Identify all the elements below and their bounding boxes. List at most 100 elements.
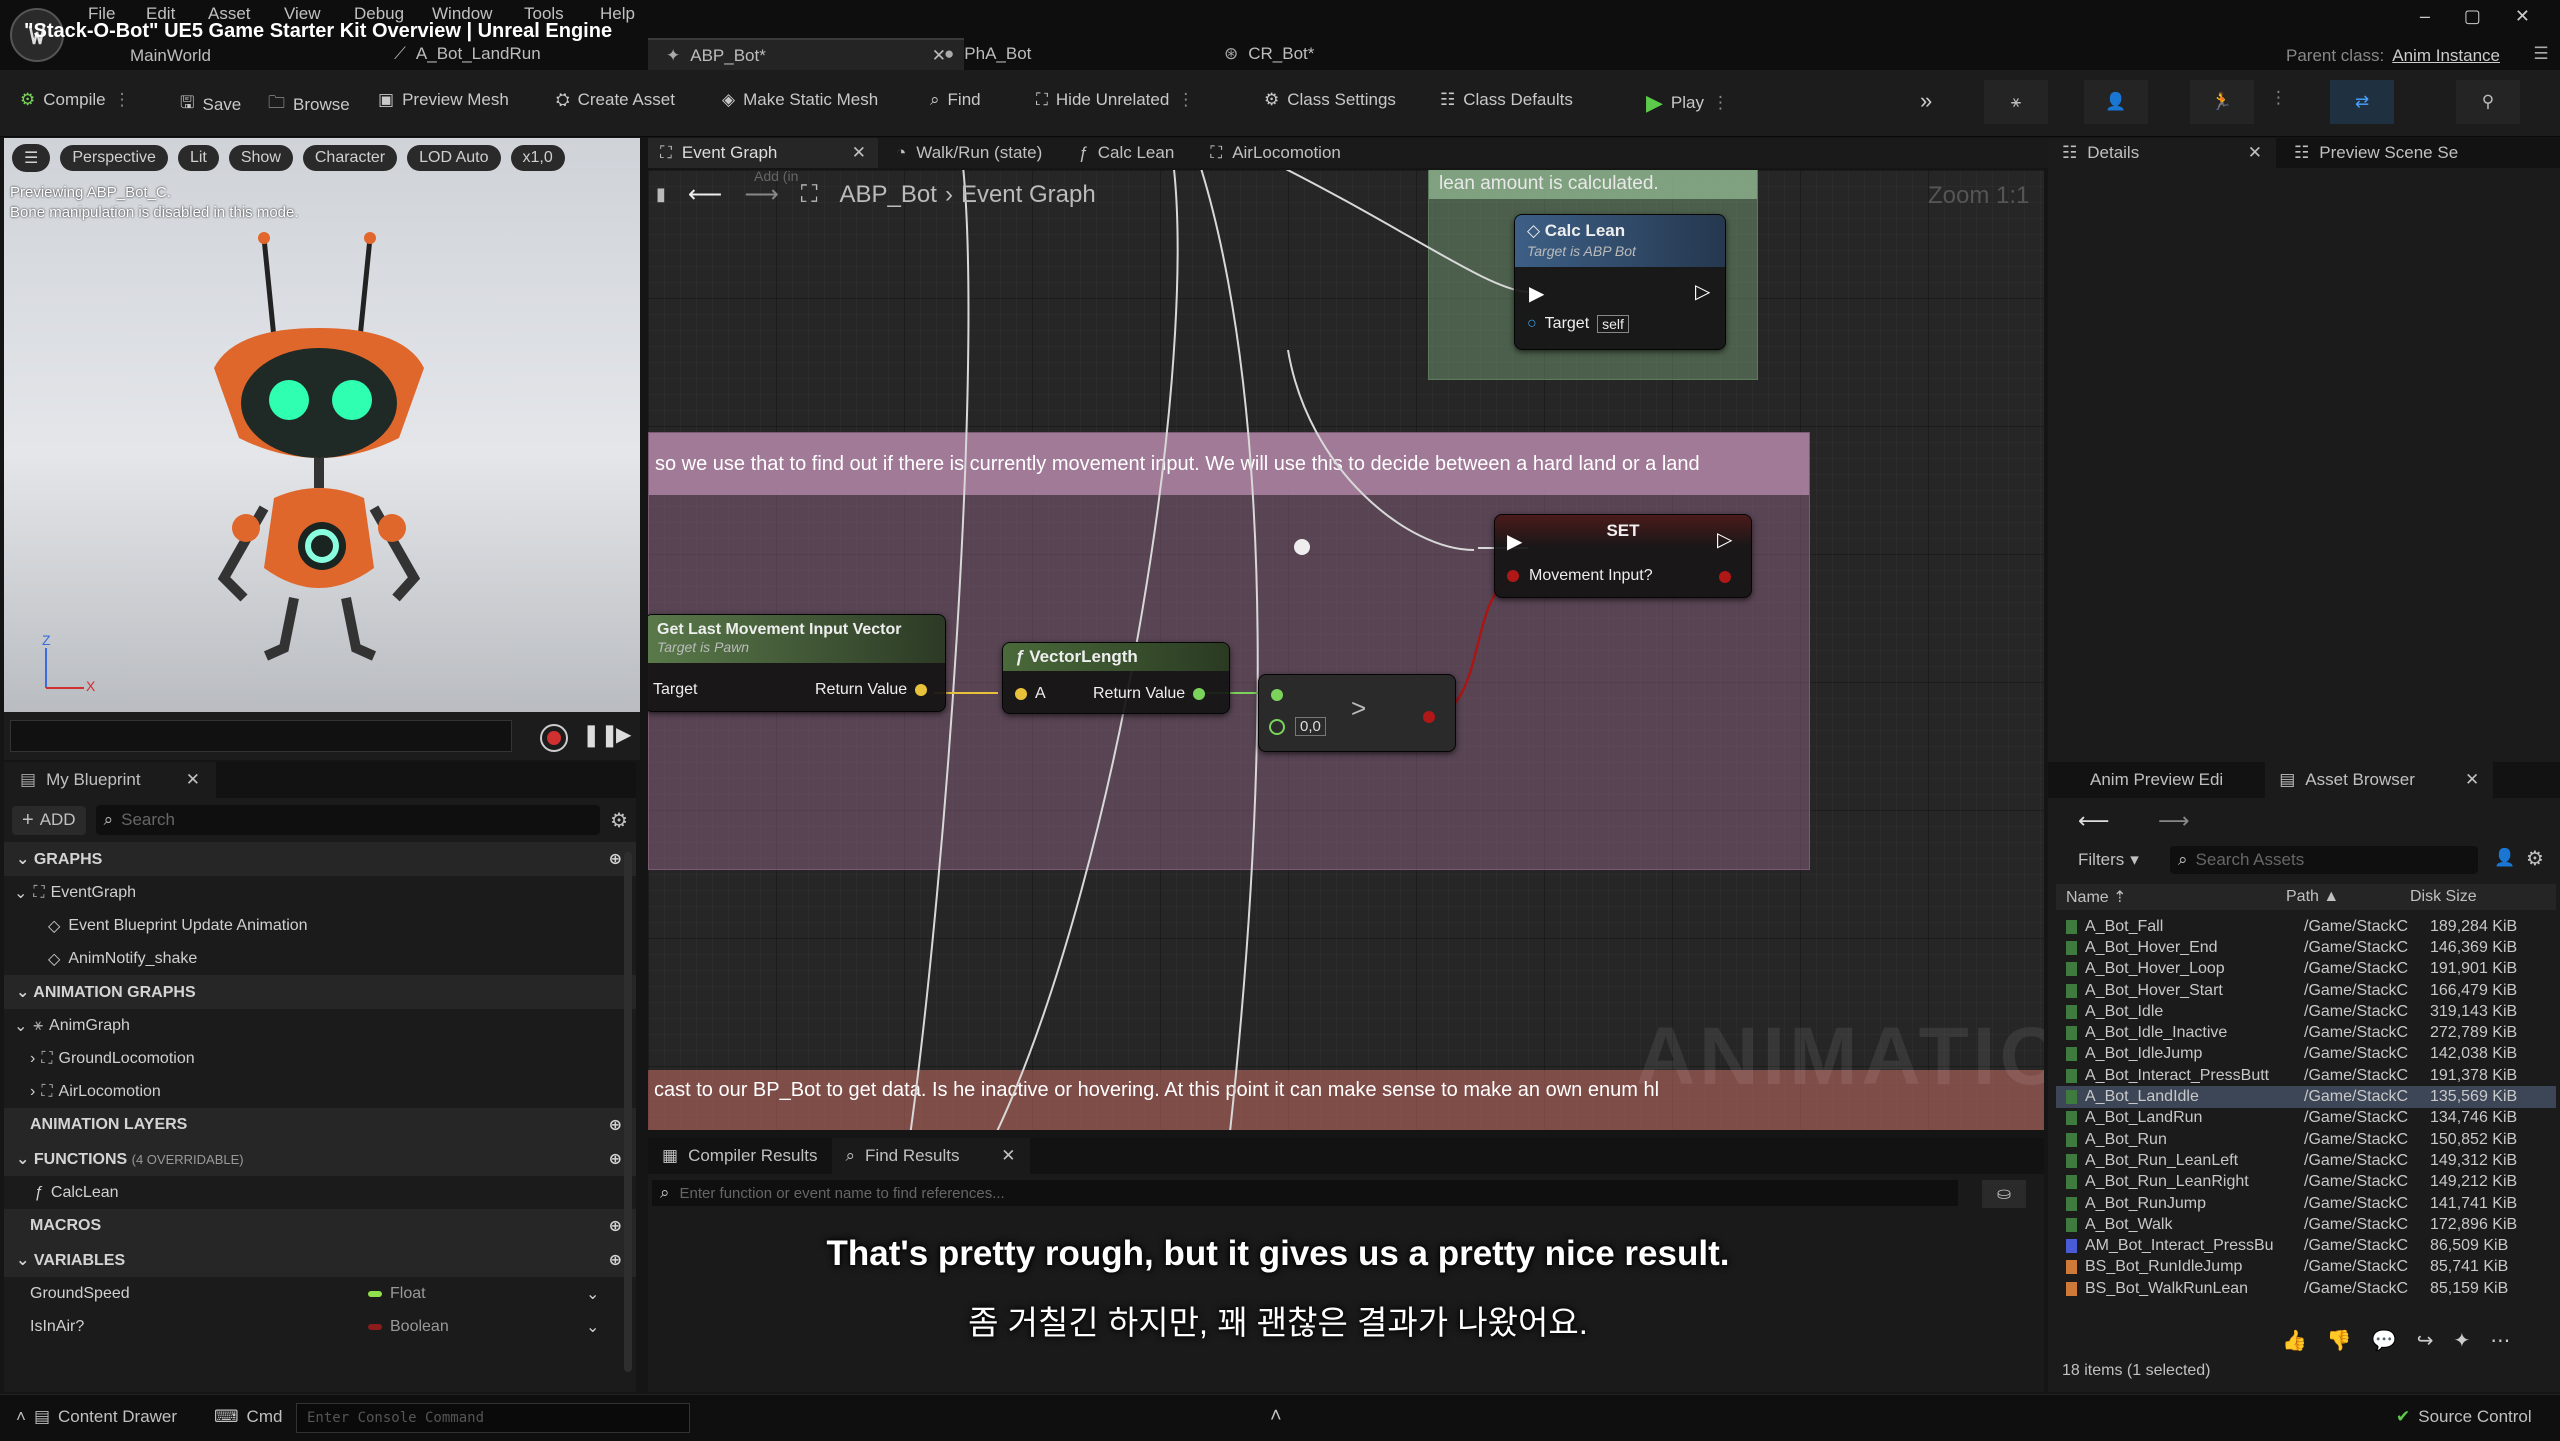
variable-type[interactable]: Float [390,1285,586,1303]
show-button[interactable]: Show [228,145,293,171]
find-in-all-blueprints-icon[interactable]: ⛀ [1982,1180,2026,1208]
class-defaults-button[interactable]: ☷ Class Defaults [1440,90,1573,110]
node-greater-than[interactable]: 0,0 > [1258,674,1456,752]
tree-item-eventgraph[interactable]: ⌄ ⛶ EventGraph [4,876,636,909]
sparkle-icon[interactable]: ✦ [2453,1328,2470,1353]
tab-find-results[interactable]: ⌕ Find Results ✕ [831,1138,1030,1174]
play-options-icon[interactable]: ⋮ [1712,93,1729,113]
perspective-button[interactable]: Perspective [60,145,168,171]
add-variable-icon[interactable]: ⊕ [609,1250,622,1270]
save-button[interactable]: 🖫 Save [180,90,241,119]
bookmark-icon[interactable]: ▮ [656,184,666,205]
settings-gear-icon[interactable]: ⚙ [610,808,628,833]
nav-back-icon[interactable]: ⟵ [2078,808,2110,834]
node-get-last-movement-input[interactable]: Get Last Movement Input Vector Target is… [648,614,946,712]
return-value-pin[interactable]: Return Value [1093,685,1206,703]
node-calc-lean[interactable]: ◇ Calc Lean Target is ABP Bot ▶ ▷ ○ Targ… [1514,214,1726,350]
more-icon[interactable]: ⋯ [2490,1328,2510,1353]
tab-details[interactable]: ☷ Details ✕ [2048,138,2276,168]
make-static-mesh-button[interactable]: ◈ Make Static Mesh [722,90,878,110]
add-macro-icon[interactable]: ⊕ [609,1216,622,1236]
content-drawer-button[interactable]: ˄ ▤ Content Drawer [16,1407,177,1427]
tree-item-animnotify[interactable]: ◇ AnimNotify_shake [4,942,636,975]
variables-section-header[interactable]: ⌄ VARIABLES ⊕ [4,1243,636,1277]
filters-dropdown[interactable]: Filters ▾ [2078,850,2139,870]
browse-button[interactable]: 🗀 Browse [268,90,350,119]
tab-event-graph[interactable]: ⛶ Event Graph ✕ [648,138,878,168]
bool-out-pin[interactable] [1423,711,1435,723]
asset-row[interactable]: A_Bot_Run_LeanLeft/Game/StackC 149,312 Ki… [2056,1150,2556,1171]
tab-calc-lean[interactable]: ƒ Calc Lean [1060,138,1192,168]
parent-class-link[interactable]: Anim Instance [2392,46,2500,66]
compile-button[interactable]: ⚙ Compile ⋮ [20,90,131,110]
console-input[interactable]: Enter Console Command [296,1403,690,1433]
tab-anim-preview-editor[interactable]: Anim Preview Edi [2048,762,2265,798]
float-in-pin-a[interactable] [1271,689,1283,701]
character-button[interactable]: Character [302,145,398,171]
return-value-pin[interactable]: Return Value [815,681,928,699]
asset-search-input[interactable]: ⌕ Search Assets [2170,846,2478,874]
asset-row[interactable]: A_Bot_LandRun/Game/StackC 134,746 KiB [2056,1108,2556,1129]
comment-icon[interactable]: 💬 [2372,1328,2397,1353]
asset-row[interactable]: A_Bot_Hover_Start/Game/StackC 166,479 KiB [2056,980,2556,1001]
animation-mode-icon[interactable]: 🏃 [2190,80,2254,124]
tree-item-animgraph[interactable]: ⌄ ⚹ AnimGraph [4,1009,636,1042]
chevron-up-icon[interactable]: ˄ [1270,1405,1282,1428]
column-disk-size[interactable]: Disk Size [2410,888,2477,906]
asset-row[interactable]: A_Bot_LandIdle/Game/StackC 135,569 KiB [2056,1086,2556,1108]
tab-asset-browser[interactable]: ▤ Asset Browser ✕ [2265,762,2494,798]
a-pin[interactable]: A [1015,685,1046,703]
play-button[interactable]: ▶ Play ⋮ [1646,90,1729,116]
compile-options-icon[interactable]: ⋮ [114,90,131,110]
physics-mode-icon[interactable]: ⚲ [2456,80,2520,124]
exec-in-pin[interactable]: ▶ [1529,281,1544,306]
tab-abp-bot[interactable]: ✦ ABP_Bot* ✕ [648,38,964,72]
user-filter-icon[interactable]: 👤 [2494,848,2515,868]
asset-row[interactable]: A_Bot_Fall/Game/StackC 189,284 KiB [2056,916,2556,937]
nav-forward-icon[interactable]: ⟶ [2158,808,2190,834]
bool-out-pin[interactable] [1719,571,1731,583]
tab-compiler-results[interactable]: ▦ Compiler Results [648,1138,832,1174]
timeline-scrubber[interactable] [10,720,512,752]
breadcrumb-root[interactable]: ABP_Bot [840,181,937,209]
asset-row[interactable]: A_Bot_Hover_Loop/Game/StackC 191,901 KiB [2056,959,2556,980]
close-tab-icon[interactable]: ✕ [2248,143,2262,163]
tree-item-groundlocomotion[interactable]: › ⛶ GroundLocomotion [4,1042,636,1075]
asset-row[interactable]: A_Bot_Run/Game/StackC 150,852 KiB [2056,1129,2556,1150]
my-blueprint-tab[interactable]: ▤ My Blueprint ✕ [4,762,216,798]
column-name[interactable]: Name ⇡ [2056,887,2286,907]
playback-speed-button[interactable]: x1,0 [510,145,565,171]
source-control-button[interactable]: ✔ Source Control [2396,1407,2532,1427]
tree-item-airlocomotion[interactable]: › ⛶ AirLocomotion [4,1075,636,1108]
exec-in-pin[interactable]: ▶ [1507,529,1522,554]
my-blueprint-search[interactable]: ⌕ Search [95,805,601,835]
preview-viewport[interactable]: ☰ Perspective Lit Show Character LOD Aut… [4,138,640,712]
blueprint-options-icon[interactable]: ☰ [2528,42,2554,66]
my-blueprint-scrollbar[interactable] [624,852,632,1372]
blueprint-mode-icon[interactable]: ⇄ [2330,80,2394,124]
maximize-button[interactable]: ▢ [2464,6,2481,27]
animation-layers-section-header[interactable]: ANIMATION LAYERS ⊕ [4,1108,636,1142]
variable-row-groundspeed[interactable]: GroundSpeed Float ⌄ [4,1277,636,1310]
add-function-icon[interactable]: ⊕ [609,1149,622,1169]
close-tab-icon[interactable]: ✕ [1001,1146,1015,1166]
asset-row[interactable]: AM_Bot_Interact_PressBu/Game/StackC 86,50… [2056,1235,2556,1256]
tab-pha-bot[interactable]: ● PhA_Bot [926,38,1049,70]
variable-row-isinair[interactable]: IsInAir? Boolean ⌄ [4,1310,636,1343]
class-settings-button[interactable]: ⚙ Class Settings [1264,90,1396,110]
mesh-mode-icon[interactable]: 👤 [2084,80,2148,124]
mode-options-icon[interactable]: ⋮ [2270,88,2287,108]
add-button[interactable]: + ADD [12,805,86,835]
asset-row[interactable]: A_Bot_Hover_End/Game/StackC 146,369 KiB [2056,937,2556,958]
find-button[interactable]: ⌕ Find [930,90,981,110]
chevron-down-icon[interactable]: ⌄ [586,1284,599,1304]
step-forward-button[interactable]: ▶ [616,722,631,747]
asset-row[interactable]: BS_Bot_RunIdleJump/Game/StackC 85,741 KiB [2056,1257,2556,1278]
expand-toolbar-icon[interactable]: » [1920,88,1932,114]
target-pin[interactable]: Target [653,681,697,699]
node-set-movement-input[interactable]: SET ▶ ▷ Movement Input? [1494,514,1752,598]
lod-button[interactable]: LOD Auto [407,145,501,171]
preview-mesh-button[interactable]: ▣ Preview Mesh [378,90,509,110]
movement-input-pin[interactable]: Movement Input? [1507,567,1653,585]
hide-unrelated-options-icon[interactable]: ⋮ [1177,90,1194,110]
